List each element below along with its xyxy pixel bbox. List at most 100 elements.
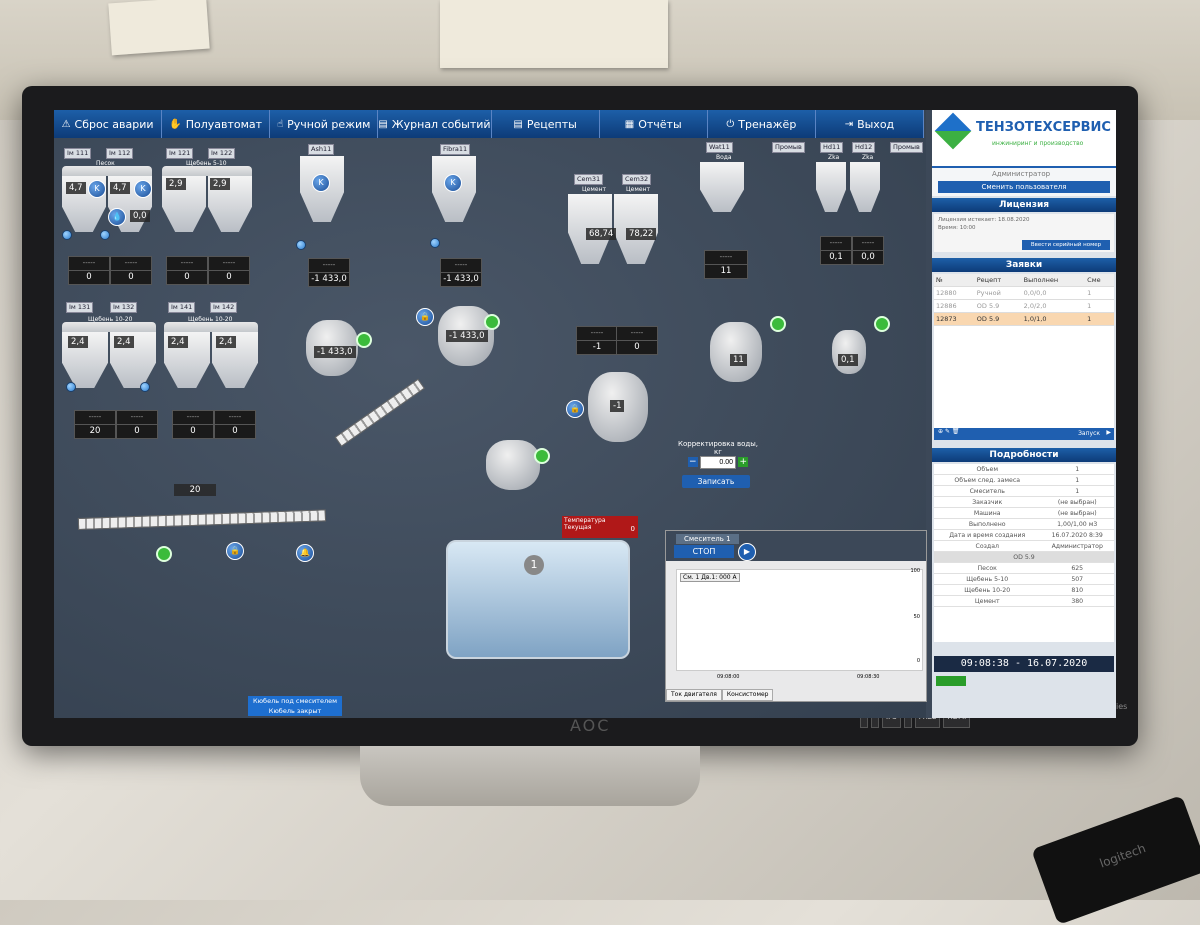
change-user-button[interactable]: Сменить пользователя	[938, 181, 1110, 193]
lock-icon[interactable]: 🔒	[226, 542, 244, 560]
reset-alarm-button[interactable]: ⚠ Сброс аварии	[54, 110, 163, 138]
order-recipe: Ручной	[974, 286, 1022, 300]
target-value: -----	[173, 411, 213, 425]
orders-header-row: № Рецепт Выполнен Сме	[934, 274, 1114, 287]
decrease-button[interactable]: −	[687, 457, 698, 467]
target-value: -----	[111, 257, 151, 271]
additive-readout: ----- 0,1	[820, 236, 852, 265]
toolbar-label: Отчёты	[638, 117, 682, 131]
reports-button[interactable]: ▦ Отчёты	[600, 110, 708, 138]
cement-level: 68,74	[586, 228, 617, 240]
scale-readout: ----- 0	[116, 410, 158, 439]
valve-open-indicator[interactable]	[770, 316, 786, 332]
actual-value: -1	[592, 342, 602, 352]
cement-tag[interactable]: Cem31	[574, 174, 604, 185]
detail-label: Заказчик	[934, 496, 1041, 508]
order-shift: 1	[1085, 312, 1114, 326]
fibra-control-icon[interactable]: K	[444, 174, 462, 192]
recipe-row: Щебень 5-10 507	[934, 573, 1114, 585]
play-icon[interactable]: ▶	[738, 543, 756, 561]
column-header: Сме	[1085, 274, 1114, 287]
add-order-icon[interactable]: ⊕	[938, 428, 943, 435]
logo-subtitle: инжиниринг и производство	[992, 140, 1084, 147]
run-button[interactable]: Запуск	[1078, 430, 1100, 437]
license-panel: Лицензия истекает: 18.08.2020 Время: 10:…	[934, 214, 1114, 252]
recipe-row: Щебень 10-20 810	[934, 584, 1114, 596]
sensor-indicator	[296, 240, 306, 250]
bin-tag[interactable]: Iм 142	[210, 302, 238, 313]
bin-control-icon[interactable]: K	[134, 180, 152, 198]
belt-running-indicator[interactable]	[156, 546, 172, 562]
valve-open-indicator[interactable]	[484, 314, 500, 330]
fibra-tag[interactable]: Fibra11	[440, 144, 471, 155]
sensor-indicator	[430, 238, 440, 248]
right-sidebar: ТЕНЗОТЕХСЕРВИС инжиниринг и производство…	[932, 110, 1116, 718]
current-user: Администратор	[992, 170, 1051, 178]
actual-value: 0	[226, 272, 232, 282]
valve-open-indicator[interactable]	[874, 316, 890, 332]
water-tag[interactable]: Wat11	[706, 142, 733, 153]
bin-control-icon[interactable]: K	[88, 180, 106, 198]
license-expires: Лицензия истекает: 18.08.2020	[938, 217, 1030, 223]
hand-icon: ✋	[169, 118, 182, 130]
target-value: -----	[209, 257, 249, 271]
actual-value: 0	[232, 426, 238, 436]
flush-tag[interactable]: Промыв	[890, 142, 923, 153]
table-row[interactable]: 12886 OD 5.9 2,0/2,0 1	[934, 299, 1114, 313]
additive-tag[interactable]: Hd11	[820, 142, 844, 153]
ash-tag[interactable]: Ash11	[308, 144, 335, 155]
semi-auto-button[interactable]: ✋ Полуавтомат	[162, 110, 271, 138]
bin-tag[interactable]: Iм 131	[66, 302, 94, 313]
target-value: -----	[117, 411, 157, 425]
target-value: -----	[577, 327, 617, 341]
alarm-line: Температура	[564, 517, 606, 524]
bin-tag[interactable]: Iм 122	[208, 148, 236, 159]
ash-control-icon[interactable]: K	[312, 174, 330, 192]
temperature-alarm[interactable]: Температура Текущая 0	[562, 516, 638, 538]
scale-readout: ----- 0	[166, 256, 208, 285]
actual-value: 0	[134, 426, 140, 436]
water-readout: ----- 11	[704, 250, 748, 279]
simulator-button[interactable]: ⏻ Тренажёр	[708, 110, 816, 138]
alarm-bell-icon[interactable]: 🔔	[296, 544, 314, 562]
stop-button[interactable]: СТОП	[674, 545, 734, 558]
actual-value: -1 433,0	[311, 274, 347, 284]
exit-button[interactable]: ⇥ Выход	[816, 110, 924, 138]
belt-value: 20	[174, 484, 216, 496]
detail-row: Объем след. замеса 1	[934, 474, 1114, 486]
bin-tag[interactable]: Iм 121	[166, 148, 194, 159]
write-button[interactable]: Записать	[682, 475, 750, 488]
manual-mode-button[interactable]: ☝ Ручной режим	[270, 110, 379, 138]
lock-icon[interactable]: 🔒	[416, 308, 434, 326]
additive-tag[interactable]: Hd12	[852, 142, 876, 153]
cement-tag[interactable]: Cem32	[622, 174, 652, 185]
water-correction-input[interactable]	[700, 456, 736, 469]
toolbar-label: Выход	[857, 117, 895, 131]
fibra-readout: ----- -1 433,0	[440, 258, 482, 287]
bin-tag[interactable]: Iм 132	[110, 302, 138, 313]
bin-moisture: 2,4	[168, 336, 188, 348]
increase-button[interactable]: +	[738, 457, 749, 467]
edit-order-icon[interactable]: ✎	[945, 428, 950, 435]
bin-tag[interactable]: Iм 111	[64, 148, 92, 159]
lock-icon[interactable]: 🔒	[566, 400, 584, 418]
valve-open-indicator[interactable]	[356, 332, 372, 348]
event-log-button[interactable]: ▤ Журнал событий	[378, 110, 492, 138]
flush-tag[interactable]: Промыв	[772, 142, 805, 153]
bin-tag[interactable]: Iм 141	[168, 302, 196, 313]
table-row[interactable]: 12880 Ручной 0,0/0,0 1	[934, 286, 1114, 300]
detail-value: (не выбран)	[1040, 507, 1114, 519]
tab-motor-current[interactable]: Ток двигателя	[666, 689, 722, 701]
recipes-button[interactable]: ▤ Рецепты	[492, 110, 600, 138]
run-play-icon[interactable]: ▶	[1106, 429, 1111, 436]
table-row[interactable]: 12873 OD 5.9 1,0/1,0 1	[934, 312, 1114, 326]
scale-readout: ----- 0	[214, 410, 256, 439]
tab-consistometer[interactable]: Консистомер	[721, 689, 774, 701]
system-clock: 09:08:38 - 16.07.2020	[934, 656, 1114, 672]
cement-readout: ----- -1	[576, 326, 618, 355]
actual-value: 0	[634, 342, 640, 352]
enter-serial-button[interactable]: Ввести серийный номер	[1022, 240, 1110, 250]
delete-order-icon[interactable]: 🗑	[952, 428, 960, 435]
valve-open-indicator[interactable]	[534, 448, 550, 464]
bin-tag[interactable]: Iм 112	[106, 148, 134, 159]
